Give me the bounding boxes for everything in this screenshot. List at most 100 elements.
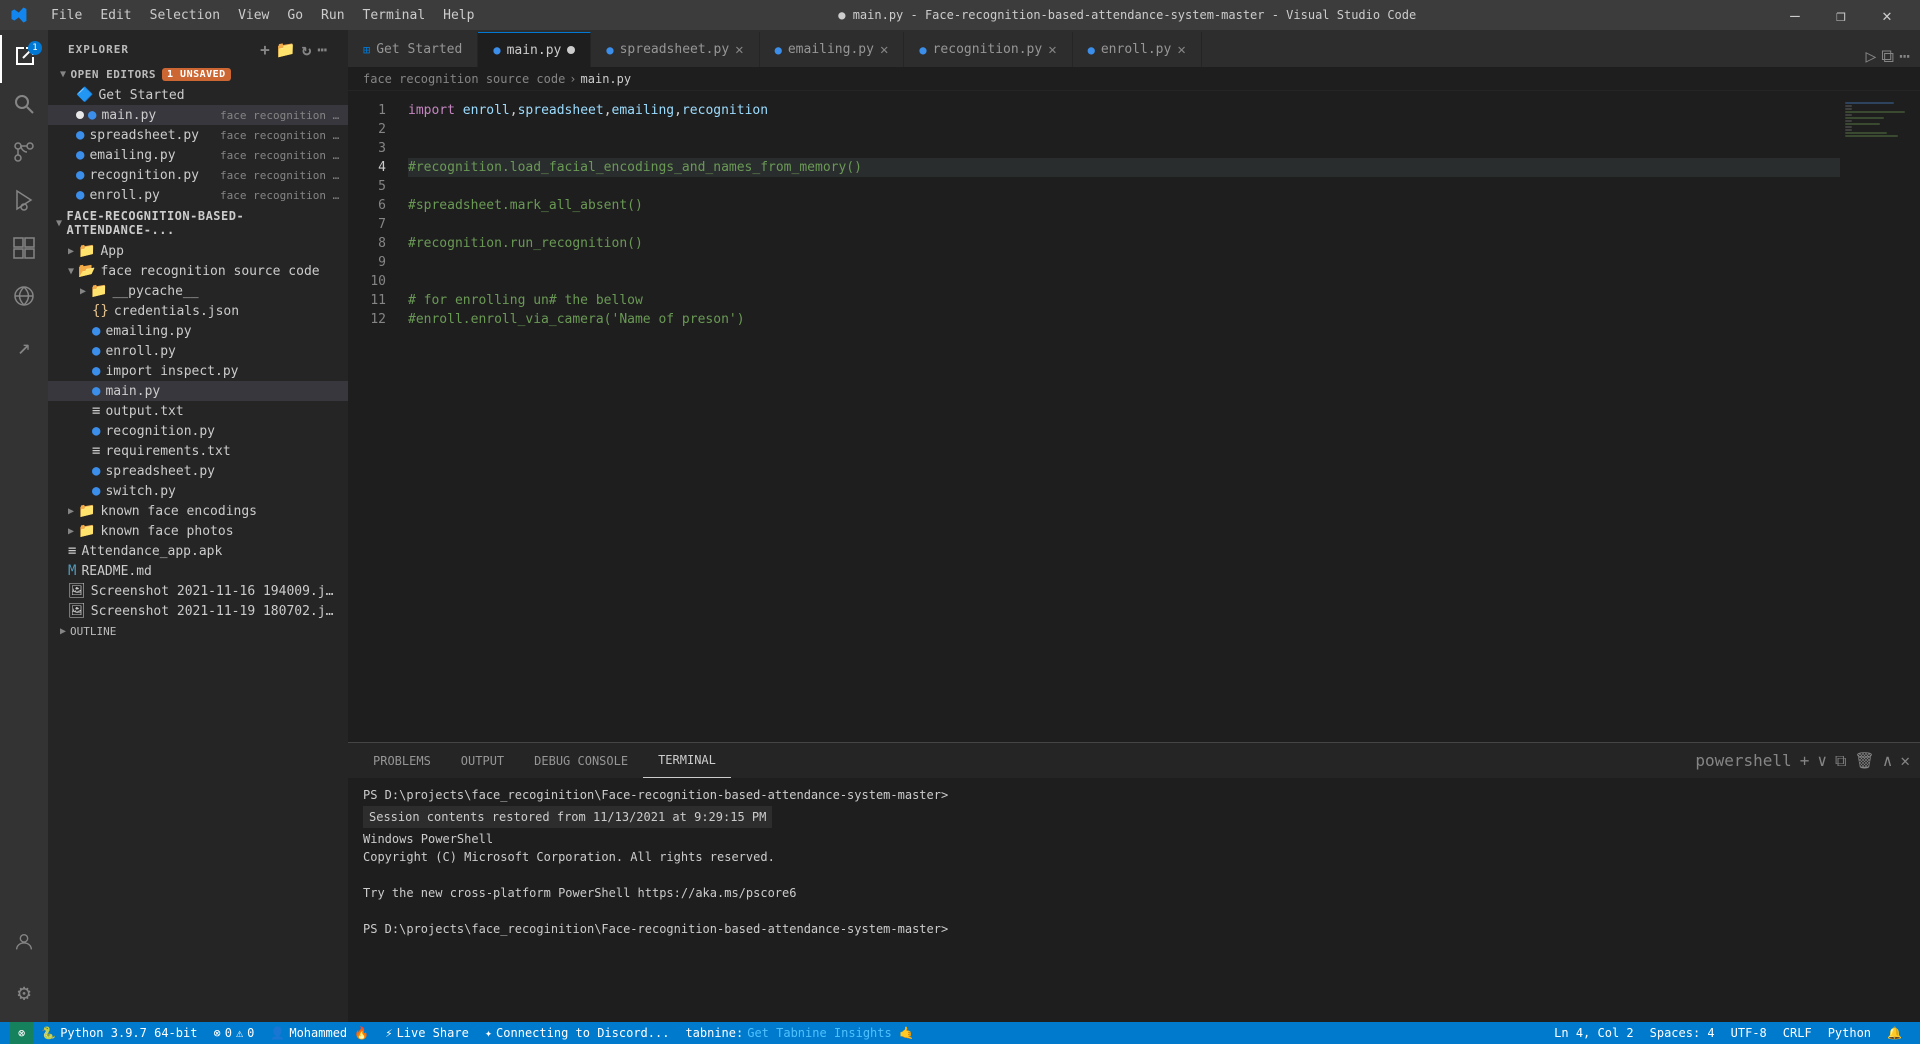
breadcrumb-folder[interactable]: face recognition source code (363, 72, 565, 86)
file-emailing-py[interactable]: ● emailing.py (48, 321, 348, 341)
open-editor-get-started[interactable]: 🔷 Get Started (48, 85, 348, 105)
menu-terminal[interactable]: Terminal (355, 6, 434, 25)
panel-tab-problems[interactable]: PROBLEMS (358, 743, 446, 778)
language-label: Python (1828, 1026, 1871, 1040)
activity-liveshare[interactable]: ↗ (0, 323, 48, 371)
status-python[interactable]: 🐍 Python 3.9.7 64-bit (33, 1022, 205, 1044)
tab-enroll-close[interactable]: ✕ (1177, 42, 1185, 58)
maximize-panel-icon[interactable]: ∧ (1883, 751, 1893, 770)
split-terminal-icon[interactable]: ⧉ (1835, 751, 1846, 771)
file-recognition-py[interactable]: ● recognition.py (48, 421, 348, 441)
file-spreadsheet-py[interactable]: ● spreadsheet.py (48, 461, 348, 481)
folder-app[interactable]: ▶ 📁 App (48, 241, 348, 261)
tab-get-started[interactable]: ⊞ Get Started (348, 32, 478, 67)
open-editor-main-py[interactable]: ● main.py face recognition source c... (48, 105, 348, 125)
activity-explorer[interactable]: 1 (0, 35, 48, 83)
open-editor-spreadsheet-py[interactable]: ● spreadsheet.py face recognition ... (48, 125, 348, 145)
tab-enroll-py[interactable]: ● enroll.py ✕ (1073, 32, 1202, 67)
launch-profile-icon[interactable]: ∨ (1817, 751, 1827, 770)
file-screenshot-1[interactable]: 🖼 Screenshot 2021-11-16 194009.jpg (48, 581, 348, 601)
folder-known-face-encodings[interactable]: ▶ 📁 known face encodings (48, 501, 348, 521)
activity-source-control[interactable] (0, 131, 48, 179)
collapse-all-icon[interactable]: ⋯ (317, 40, 328, 59)
status-liveshare[interactable]: ⚡ Live Share (377, 1022, 476, 1044)
open-editor-recognition-py[interactable]: ● recognition.py face recognition s... (48, 165, 348, 185)
file-readme-md[interactable]: M README.md (48, 561, 348, 581)
tab-spreadsheet-py[interactable]: ● spreadsheet.py ✕ (591, 32, 759, 67)
maximize-button[interactable]: ❐ (1818, 0, 1864, 30)
window-controls: — ❐ ✕ (1772, 0, 1910, 30)
status-spaces[interactable]: Spaces: 4 (1642, 1022, 1723, 1044)
panel-tab-debug-console[interactable]: DEBUG CONSOLE (519, 743, 643, 778)
file-credentials-json[interactable]: {} credentials.json (48, 301, 348, 321)
tabnine-insights-link[interactable]: Get Tabnine Insights 🤙 (747, 1026, 914, 1040)
file-output-txt[interactable]: ≡ output.txt (48, 401, 348, 421)
activity-run[interactable] (0, 179, 48, 227)
file-attendance-apk[interactable]: ≡ Attendance_app.apk (48, 541, 348, 561)
file-import-inspect-py[interactable]: ● import inspect.py (48, 361, 348, 381)
activity-accounts[interactable] (0, 921, 48, 969)
menu-selection[interactable]: Selection (142, 6, 228, 25)
project-root-section[interactable]: ▼ FACE-RECOGNITION-BASED-ATTENDANCE-... (48, 205, 348, 241)
open-editor-emailing-py[interactable]: ● emailing.py face recognition sour... (48, 145, 348, 165)
menu-go[interactable]: Go (279, 6, 311, 25)
file-requirements-txt[interactable]: ≡ requirements.txt (48, 441, 348, 461)
open-editor-enroll-py[interactable]: ● enroll.py face recognition source ... (48, 185, 348, 205)
folder-face-recognition[interactable]: ▼ 📂 face recognition source code (48, 261, 348, 281)
readme-md-label: README.md (81, 564, 340, 579)
open-editors-section[interactable]: ▼ OPEN EDITORS 1 UNSAVED (48, 64, 348, 85)
refresh-icon[interactable]: ↻ (302, 40, 313, 59)
close-panel-icon[interactable]: ✕ (1900, 751, 1910, 770)
panel-tab-output[interactable]: OUTPUT (446, 743, 519, 778)
status-encoding[interactable]: UTF-8 (1723, 1022, 1775, 1044)
file-enroll-py[interactable]: ● enroll.py (48, 341, 348, 361)
folder-pycache-icon: 📁 (90, 283, 107, 299)
status-errors[interactable]: ⊗ 0 ⚠ 0 (205, 1022, 262, 1044)
status-cursor-position[interactable]: Ln 4, Col 2 (1546, 1022, 1641, 1044)
status-remote[interactable]: ⊗ (10, 1022, 33, 1044)
add-terminal-icon[interactable]: + (1800, 751, 1810, 770)
tab-emailing-py[interactable]: ● emailing.py ✕ (760, 32, 905, 67)
split-editor-icon[interactable]: ⧉ (1881, 46, 1894, 67)
menu-help[interactable]: Help (435, 6, 482, 25)
powershell-label: powershell (1695, 751, 1791, 770)
tab-spreadsheet-close[interactable]: ✕ (735, 42, 743, 58)
status-user[interactable]: 👤 Mohammed 🔥 (262, 1022, 377, 1044)
recognition-py-tab-icon: ● (76, 167, 84, 183)
new-folder-icon[interactable]: 📁 (276, 40, 297, 59)
run-file-icon[interactable]: ▷ (1865, 46, 1876, 67)
code-content[interactable]: import enroll,spreadsheet,emailing,recog… (398, 91, 1840, 742)
status-eol[interactable]: CRLF (1775, 1022, 1820, 1044)
status-discord[interactable]: ✦ Connecting to Discord... (477, 1022, 678, 1044)
breadcrumb-file[interactable]: main.py (581, 72, 632, 86)
emailing-py-tab-icon: ● (76, 147, 84, 163)
tab-emailing-close[interactable]: ✕ (880, 42, 888, 58)
tab-recognition-py[interactable]: ● recognition.py ✕ (904, 32, 1072, 67)
menu-view[interactable]: View (230, 6, 277, 25)
activity-extensions[interactable] (0, 227, 48, 275)
minimize-button[interactable]: — (1772, 0, 1818, 30)
new-file-icon[interactable]: + (260, 40, 271, 59)
folder-pycache[interactable]: ▶ 📁 __pycache__ (48, 281, 348, 301)
folder-known-face-photos[interactable]: ▶ 📁 known face photos (48, 521, 348, 541)
menu-edit[interactable]: Edit (92, 6, 139, 25)
tab-main-py[interactable]: ● main.py (478, 32, 591, 67)
file-main-py[interactable]: ● main.py (48, 381, 348, 401)
menu-file[interactable]: File (43, 6, 90, 25)
tab-recognition-close[interactable]: ✕ (1048, 42, 1056, 58)
status-feedback[interactable]: 🔔 (1879, 1022, 1910, 1044)
more-tabs-icon[interactable]: ⋯ (1899, 46, 1910, 67)
menu-run[interactable]: Run (313, 6, 352, 25)
activity-settings[interactable]: ⚙ (0, 969, 48, 1017)
status-language[interactable]: Python (1820, 1022, 1879, 1044)
close-button[interactable]: ✕ (1864, 0, 1910, 30)
activity-search[interactable] (0, 83, 48, 131)
file-switch-py[interactable]: ● switch.py (48, 481, 348, 501)
activity-remote[interactable] (0, 275, 48, 323)
kill-terminal-icon[interactable]: 🗑 (1854, 751, 1874, 770)
terminal-content[interactable]: PS D:\projects\face_recoginition\Face-re… (348, 778, 1920, 1022)
status-tabnine[interactable]: tabnine: Get Tabnine Insights 🤙 (677, 1022, 921, 1044)
outline-section[interactable]: ▶ OUTLINE (48, 621, 348, 642)
panel-tab-terminal[interactable]: TERMINAL (643, 743, 731, 778)
file-screenshot-2[interactable]: 🖼 Screenshot 2021-11-19 180702.jpg (48, 601, 348, 621)
